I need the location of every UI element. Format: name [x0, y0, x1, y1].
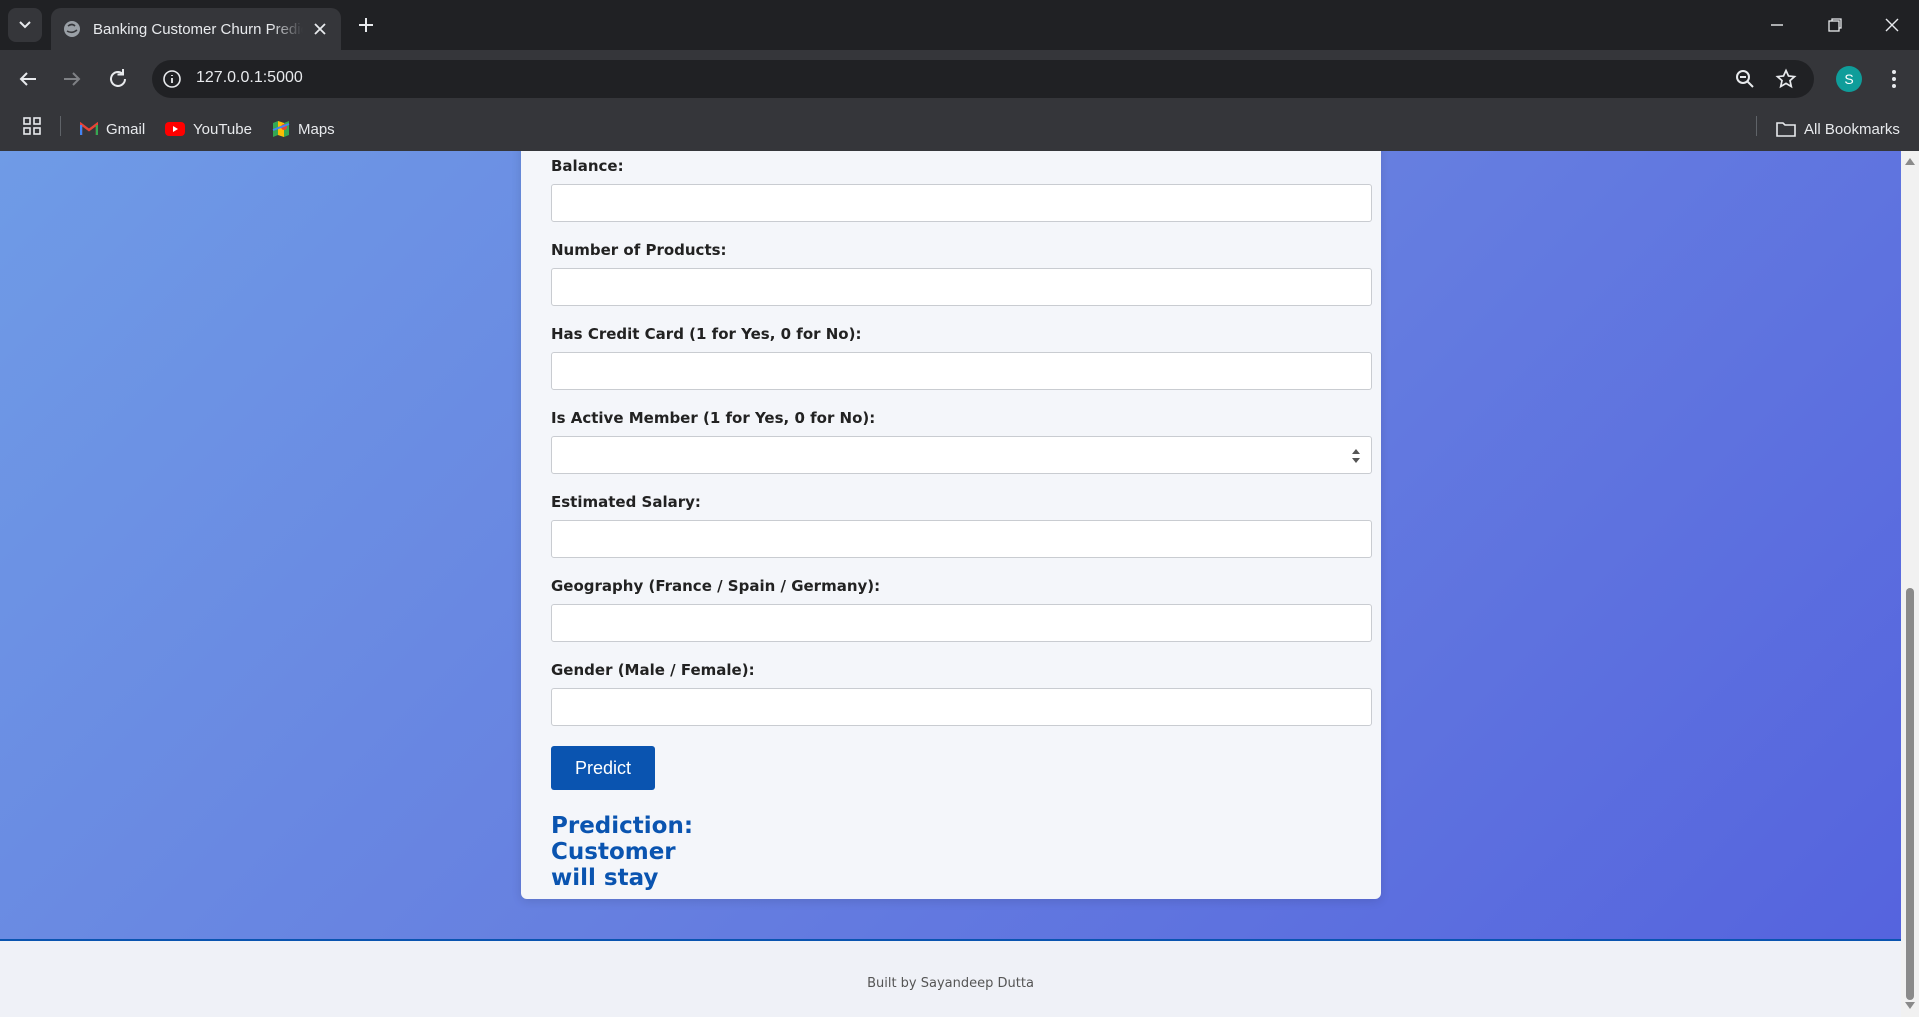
- globe-icon: [64, 21, 80, 37]
- minimize-icon[interactable]: [1766, 14, 1788, 36]
- num-products-label: Number of Products:: [551, 241, 727, 259]
- estimated-salary-input[interactable]: [551, 520, 1372, 558]
- balance-input[interactable]: [551, 184, 1372, 222]
- predict-button[interactable]: Predict: [551, 746, 655, 790]
- form-card: Balance: Number of Products: Has Credit …: [521, 151, 1381, 899]
- bookmark-label: YouTube: [193, 120, 252, 138]
- scroll-up-icon[interactable]: [1905, 157, 1915, 165]
- is-active-member-input[interactable]: [551, 436, 1372, 474]
- browser-tab[interactable]: Banking Customer Churn Prediction: [51, 8, 341, 50]
- has-credit-card-label: Has Credit Card (1 for Yes, 0 for No):: [551, 325, 862, 343]
- estimated-salary-label: Estimated Salary:: [551, 493, 701, 511]
- gmail-icon: [80, 122, 98, 135]
- number-spinner-icon[interactable]: [1351, 446, 1361, 466]
- youtube-icon: [165, 122, 185, 136]
- bookmark-gmail[interactable]: Gmail: [80, 115, 145, 143]
- scroll-thumb[interactable]: [1906, 588, 1914, 1000]
- bookmark-star-icon[interactable]: [1775, 68, 1797, 90]
- restore-icon[interactable]: [1824, 14, 1846, 36]
- scroll-down-icon[interactable]: [1905, 1002, 1915, 1010]
- url-text: 127.0.0.1:5000: [196, 69, 303, 86]
- apps-grid-icon[interactable]: [22, 116, 42, 136]
- tab-search-button[interactable]: [8, 8, 42, 42]
- geography-input[interactable]: [551, 604, 1372, 642]
- page-scrollbar[interactable]: [1901, 151, 1919, 1017]
- geography-label: Geography (France / Spain / Germany):: [551, 577, 881, 595]
- bookmark-youtube[interactable]: YouTube: [165, 115, 252, 143]
- tab-strip: Banking Customer Churn Prediction: [0, 0, 1919, 50]
- back-icon[interactable]: [16, 67, 40, 91]
- chevron-down-icon: [19, 21, 31, 29]
- all-bookmarks-label: All Bookmarks: [1804, 120, 1900, 138]
- bookmark-maps[interactable]: Maps: [272, 115, 335, 143]
- new-tab-icon[interactable]: [355, 14, 377, 36]
- bookmark-label: Gmail: [106, 120, 146, 138]
- is-active-member-label: Is Active Member (1 for Yes, 0 for No):: [551, 409, 876, 427]
- tab-title: Banking Customer Churn Prediction: [93, 20, 303, 38]
- close-tab-icon[interactable]: [311, 20, 329, 38]
- page-footer: Built by Sayandeep Dutta: [0, 939, 1901, 1017]
- forward-icon[interactable]: [60, 67, 84, 91]
- site-info-icon[interactable]: [162, 69, 182, 89]
- gender-input[interactable]: [551, 688, 1372, 726]
- bookmark-label: Maps: [298, 120, 335, 138]
- address-bar[interactable]: 127.0.0.1:5000: [152, 60, 1814, 98]
- bookmark-separator: [1756, 116, 1757, 136]
- num-products-input[interactable]: [551, 268, 1372, 306]
- prediction-result: Prediction: Customer will stay: [551, 813, 694, 891]
- page-viewport: Balance: Number of Products: Has Credit …: [0, 151, 1901, 1017]
- gender-label: Gender (Male / Female):: [551, 661, 755, 679]
- more-menu-icon[interactable]: [1882, 67, 1906, 91]
- reload-icon[interactable]: [106, 67, 130, 91]
- close-window-icon[interactable]: [1881, 14, 1903, 36]
- has-credit-card-input[interactable]: [551, 352, 1372, 390]
- profile-avatar[interactable]: S: [1836, 66, 1862, 92]
- maps-icon: [272, 121, 290, 137]
- footer-credit: Built by Sayandeep Dutta: [867, 976, 1034, 991]
- all-bookmarks-button[interactable]: All Bookmarks: [1776, 115, 1900, 143]
- folder-icon: [1776, 122, 1796, 137]
- bookmark-separator: [60, 116, 61, 136]
- zoom-icon[interactable]: [1734, 68, 1756, 90]
- balance-label: Balance:: [551, 157, 624, 175]
